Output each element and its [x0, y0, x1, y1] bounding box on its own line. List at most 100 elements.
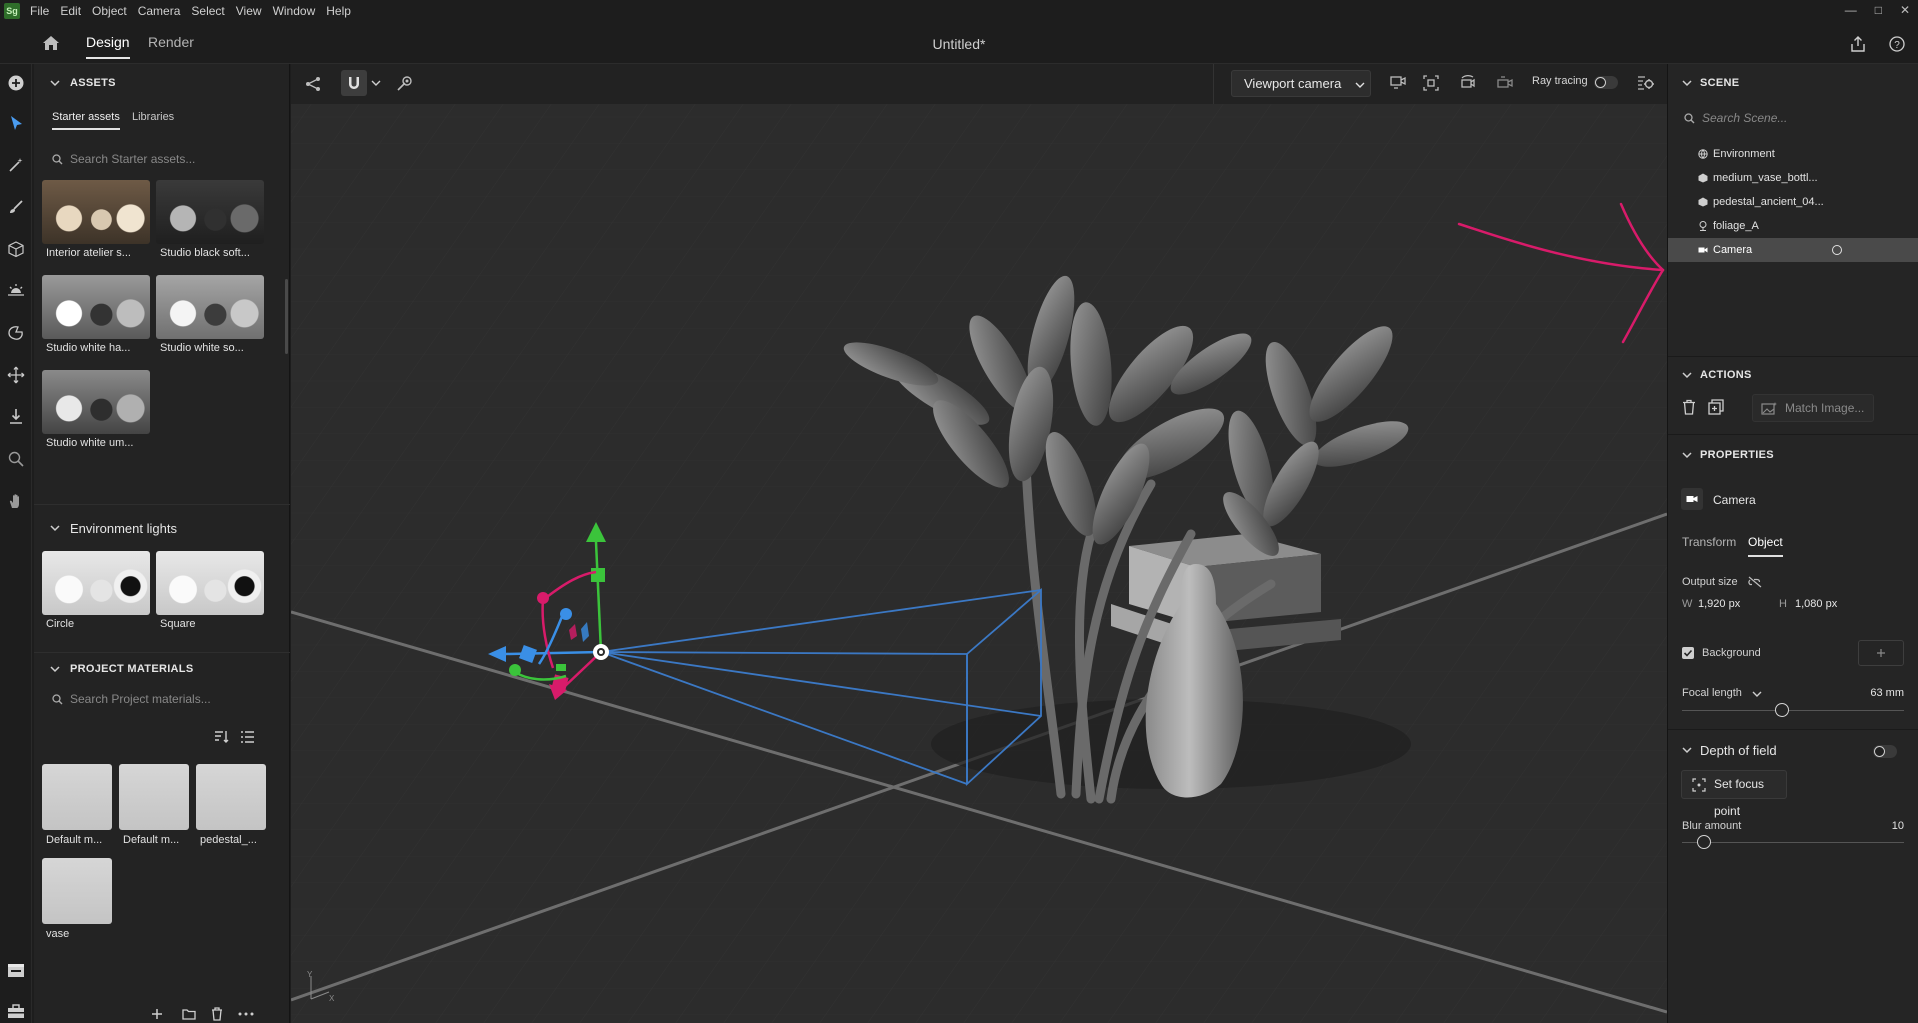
- chevron-down-icon[interactable]: [1682, 746, 1692, 754]
- toolbox-icon[interactable]: [7, 1002, 25, 1020]
- select-arrow-icon[interactable]: [7, 114, 25, 132]
- set-focus-point-button[interactable]: Set focus point: [1681, 770, 1787, 818]
- frame-selection-icon[interactable]: [1422, 74, 1440, 92]
- chevron-down-icon[interactable]: [1682, 79, 1692, 87]
- snap-toggle[interactable]: [341, 70, 367, 96]
- chevron-down-icon[interactable]: [1752, 690, 1762, 698]
- menu-window[interactable]: Window: [273, 4, 316, 18]
- unlink-aspect-icon[interactable]: [1748, 576, 1762, 588]
- env-light-circle[interactable]: Circle: [42, 551, 150, 630]
- duplicate-icon[interactable]: [1708, 399, 1724, 415]
- scene-item-vase[interactable]: medium_vase_bottl...: [1668, 166, 1918, 190]
- background-color-add-button[interactable]: [1858, 640, 1904, 666]
- assets-search-input[interactable]: Search Starter assets...: [46, 146, 276, 172]
- add-material-icon[interactable]: [151, 1008, 163, 1020]
- scene-item-camera[interactable]: Camera: [1668, 238, 1918, 262]
- assets-header: ASSETS: [70, 77, 116, 89]
- match-image-button[interactable]: Match Image...: [1752, 394, 1874, 422]
- trash-icon[interactable]: [211, 1007, 223, 1021]
- menu-help[interactable]: Help: [326, 4, 351, 18]
- materials-search-input[interactable]: Search Project materials...: [46, 686, 276, 712]
- asset-thumb-interior-atelier[interactable]: Interior atelier s...: [42, 180, 150, 259]
- camera-frame-icon[interactable]: [1389, 74, 1407, 92]
- magic-wand-icon[interactable]: [7, 156, 25, 174]
- close-icon[interactable]: ✕: [1900, 3, 1910, 17]
- menu-view[interactable]: View: [236, 4, 262, 18]
- svg-text:?: ?: [1894, 40, 1900, 51]
- menu-file[interactable]: File: [30, 4, 49, 18]
- menu-edit[interactable]: Edit: [60, 4, 81, 18]
- hand-pan-icon[interactable]: [7, 492, 25, 510]
- visibility-dot-icon[interactable]: [1832, 245, 1842, 255]
- snap-settings-icon[interactable]: [395, 75, 413, 93]
- add-icon[interactable]: [7, 74, 25, 92]
- viewport-3d[interactable]: Y X: [291, 64, 1667, 1023]
- scene-item-environment[interactable]: Environment: [1668, 142, 1918, 166]
- blur-amount-value[interactable]: 10: [1892, 820, 1904, 832]
- menu-camera[interactable]: Camera: [138, 4, 181, 18]
- tab-transform[interactable]: Transform: [1682, 535, 1736, 549]
- camera-bookmark-icon[interactable]: [1496, 74, 1514, 92]
- tab-render[interactable]: Render: [148, 34, 194, 50]
- asset-thumb-studio-white-um[interactable]: Studio white um...: [42, 370, 150, 449]
- help-icon[interactable]: ?: [1889, 36, 1905, 52]
- scene-search-input[interactable]: Search Scene...: [1678, 105, 1908, 131]
- focal-length-slider-track[interactable]: [1682, 710, 1904, 711]
- material-thumb[interactable]: vase: [42, 858, 112, 940]
- tab-object[interactable]: Object: [1748, 535, 1783, 557]
- menu-object[interactable]: Object: [92, 4, 127, 18]
- list-view-icon[interactable]: [240, 730, 255, 744]
- render-settings-icon[interactable]: [1636, 74, 1654, 92]
- delete-icon[interactable]: [1682, 399, 1696, 415]
- height-value[interactable]: 1,080 px: [1795, 598, 1837, 610]
- match-image-label: Match Image...: [1785, 401, 1865, 415]
- minimize-icon[interactable]: —: [1845, 3, 1857, 17]
- focal-length-label[interactable]: Focal length: [1682, 687, 1742, 699]
- asset-thumb-studio-white-ha[interactable]: Studio white ha...: [42, 275, 150, 354]
- chevron-down-icon[interactable]: [1682, 451, 1692, 459]
- focal-length-value[interactable]: 63 mm: [1870, 687, 1904, 699]
- material-thumb[interactable]: pedestal_...: [196, 764, 266, 846]
- zoom-icon[interactable]: [7, 450, 25, 468]
- scene-item-pedestal[interactable]: pedestal_ancient_04...: [1668, 190, 1918, 214]
- material-swatch-icon[interactable]: [7, 324, 25, 342]
- width-value[interactable]: 1,920 px: [1698, 598, 1740, 610]
- material-thumb[interactable]: Default m...: [119, 764, 189, 846]
- depth-of-field-toggle[interactable]: [1873, 745, 1897, 758]
- more-icon[interactable]: [238, 1012, 254, 1016]
- material-thumb[interactable]: Default m...: [42, 764, 112, 846]
- blur-amount-slider-track[interactable]: [1682, 842, 1904, 843]
- home-icon[interactable]: [42, 35, 60, 51]
- move-icon[interactable]: [7, 366, 25, 384]
- chevron-down-icon[interactable]: [50, 524, 60, 532]
- folder-icon[interactable]: [182, 1008, 196, 1020]
- scene-item-foliage[interactable]: foliage_A: [1668, 214, 1918, 238]
- chevron-down-icon[interactable]: [50, 79, 60, 87]
- orbit-camera-icon[interactable]: [1459, 74, 1477, 92]
- focal-length-slider-knob[interactable]: [1774, 703, 1789, 717]
- drop-to-ground-icon[interactable]: [7, 408, 25, 426]
- tab-starter-assets[interactable]: Starter assets: [52, 111, 120, 130]
- tab-libraries[interactable]: Libraries: [132, 111, 174, 123]
- chevron-down-icon[interactable]: [1682, 371, 1692, 379]
- assets-scrollbar[interactable]: [285, 279, 288, 354]
- blur-amount-slider-knob[interactable]: [1697, 835, 1712, 849]
- paint-brush-icon[interactable]: [7, 198, 25, 216]
- chevron-down-icon[interactable]: [371, 79, 381, 87]
- menu-select[interactable]: Select: [191, 4, 224, 18]
- share-icon[interactable]: [1850, 36, 1866, 52]
- chevron-down-icon[interactable]: [50, 665, 60, 673]
- sort-icon[interactable]: [214, 730, 229, 743]
- scene-graph-icon[interactable]: [304, 75, 322, 93]
- sun-light-icon[interactable]: [7, 282, 25, 300]
- cube-icon[interactable]: [7, 240, 25, 258]
- panel-layout-icon[interactable]: [7, 962, 25, 980]
- tab-design[interactable]: Design: [86, 34, 130, 59]
- asset-thumb-studio-white-so[interactable]: Studio white so...: [156, 275, 264, 354]
- env-light-square[interactable]: Square: [156, 551, 264, 630]
- asset-thumb-studio-black-soft[interactable]: Studio black soft...: [156, 180, 264, 259]
- ray-tracing-toggle[interactable]: [1594, 76, 1618, 89]
- maximize-icon[interactable]: □: [1875, 3, 1882, 17]
- camera-select[interactable]: Viewport camera: [1231, 70, 1371, 97]
- background-checkbox[interactable]: [1682, 647, 1694, 659]
